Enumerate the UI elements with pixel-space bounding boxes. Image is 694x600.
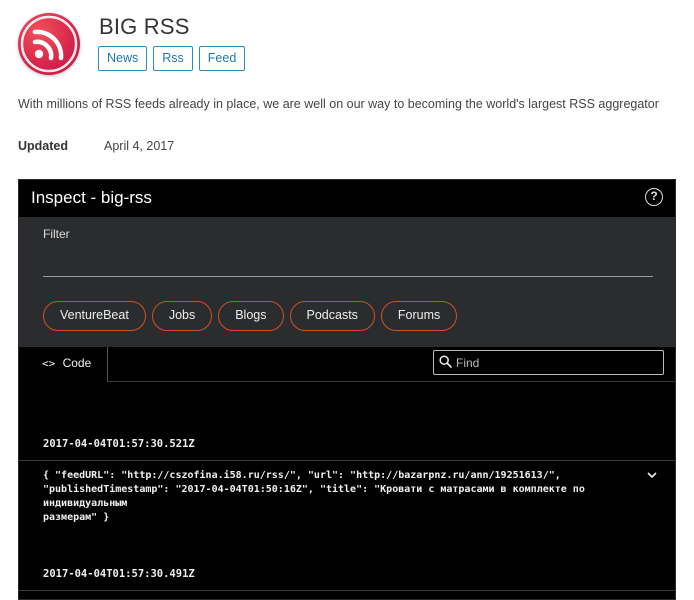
tag-feed[interactable]: Feed <box>198 46 246 71</box>
chevron-down-icon[interactable] <box>647 469 657 482</box>
rss-logo-icon <box>18 13 80 75</box>
search-icon <box>439 355 452 373</box>
tag-list: News Rss Feed <box>98 46 246 71</box>
log-entry-json: { "feedURL": "http://cszofina.i58.ru/rss… <box>43 469 643 525</box>
help-icon[interactable]: ? <box>645 188 663 206</box>
tab-code[interactable]: <> Code <box>19 347 108 382</box>
chip-jobs[interactable]: Jobs <box>151 301 213 331</box>
chip-venturebeat[interactable]: VentureBeat <box>43 301 146 331</box>
json-line: { "feedURL": "http://cszofina.i58.ru/rss… <box>43 470 561 481</box>
log-divider <box>19 590 675 591</box>
find-box[interactable] <box>433 350 664 375</box>
panel-header: Inspect - big-rss ? <box>19 180 675 217</box>
log-stream: 2017-04-04T01:57:30.521Z { "feedURL": "h… <box>19 383 675 599</box>
tag-news[interactable]: News <box>98 46 148 71</box>
filter-chips: VentureBeat Jobs Blogs Podcasts Forums <box>43 301 458 331</box>
code-icon: <> <box>42 357 56 370</box>
json-line: "publishedTimestamp": "2017-04-04T01:50:… <box>43 484 585 509</box>
chip-podcasts[interactable]: Podcasts <box>289 301 375 331</box>
tag-rss[interactable]: Rss <box>153 46 193 71</box>
log-timestamp: 2017-04-04T01:57:30.491Z <box>43 568 195 580</box>
app-title: BIG RSS <box>99 14 190 39</box>
updated-date: April 4, 2017 <box>104 139 175 153</box>
json-line: размерам" } <box>43 512 110 523</box>
updated-label: Updated <box>18 139 68 153</box>
filter-area: Filter VentureBeat Jobs Blogs Podcasts F… <box>19 217 675 347</box>
panel-title: Inspect - big-rss <box>31 188 152 207</box>
filter-input[interactable] <box>43 257 653 277</box>
chip-forums[interactable]: Forums <box>380 301 458 331</box>
log-divider <box>19 460 675 461</box>
filter-label: Filter <box>43 227 70 241</box>
log-timestamp: 2017-04-04T01:57:30.521Z <box>43 438 195 450</box>
app-description: With millions of RSS feeds already in pl… <box>18 97 659 111</box>
tabs-row: <> Code <box>19 347 675 382</box>
find-input[interactable] <box>456 353 656 372</box>
tab-code-label: Code <box>62 356 92 370</box>
chip-blogs[interactable]: Blogs <box>218 301 284 331</box>
inspect-panel: Inspect - big-rss ? Filter VentureBeat J… <box>18 179 676 600</box>
